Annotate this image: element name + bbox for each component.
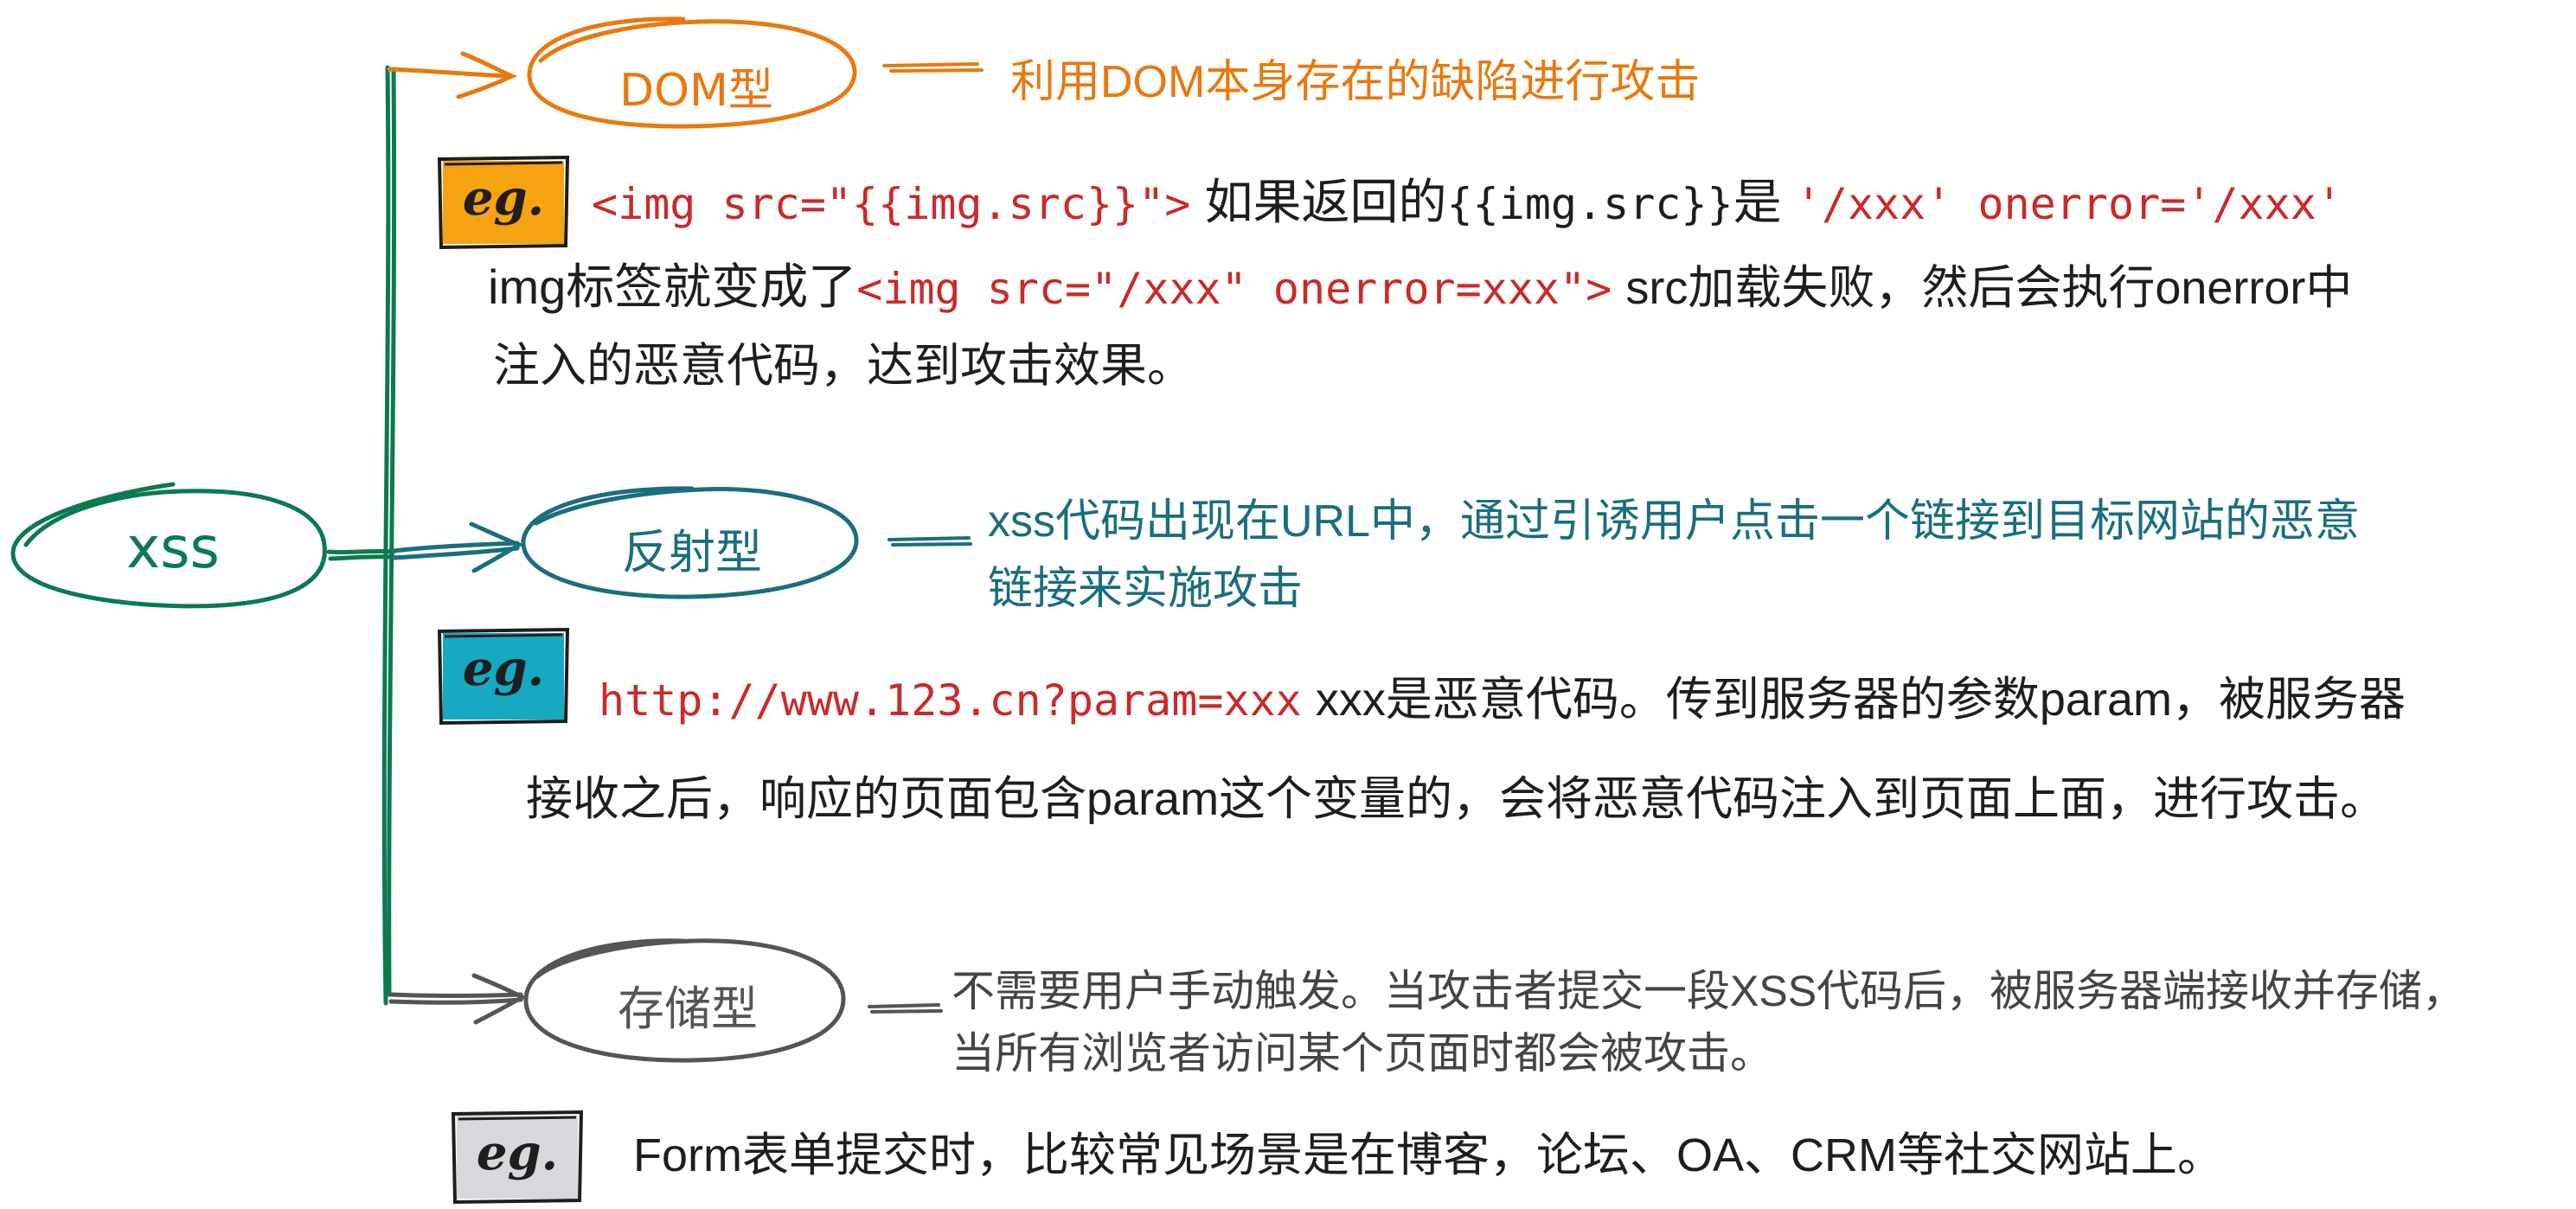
- reflected-arrow: [391, 521, 524, 573]
- dom-node-label: DOM型: [619, 65, 773, 117]
- reflected-description-line2: 链接来实施攻击: [988, 564, 1304, 614]
- root-node-label: xss: [126, 515, 220, 581]
- reflected-description-line1: xss代码出现在URL中，通过引诱用户点击一个链接到目标网站的恶意: [988, 496, 2361, 547]
- reflected-example-line2: 接收之后，响应的页面包含param这个变量的，会将恶意代码注入到页面上面，进行攻…: [526, 773, 2387, 825]
- reflected-desc-dash: [888, 536, 972, 547]
- dom-example-line1: <img src="{{img.src}}"> 如果返回的{{img.src}}…: [592, 161, 2342, 246]
- stored-description-line1: 不需要用户手动触发。当攻击者提交一段XSS代码后，被服务器端接收并存储，: [952, 967, 2466, 1015]
- dom-example-code-src: {{img.src}}: [1446, 179, 1733, 229]
- trunk-line: [381, 65, 397, 1006]
- root-connector: [326, 548, 396, 561]
- dom-arrow: [387, 51, 518, 99]
- dom-eg-badge: eg.: [462, 170, 545, 227]
- reflected-example-url: http://www.123.cn?param=xxx: [599, 675, 1302, 726]
- stored-example-line1: Form表单提交时，比较常见场景是在博客，论坛、OA、CRM等社交网站上。: [633, 1129, 2224, 1181]
- reflected-node-label: 反射型: [622, 525, 762, 579]
- dom-example-code-result: <img src="/xxx" onerror=xxx">: [856, 264, 1612, 314]
- dom-example-line2: img标签就变成了<img src="/xxx" onerror=xxx"> s…: [488, 246, 2352, 330]
- reflected-eg-badge: eg.: [462, 640, 545, 697]
- dom-example-text-is: 是: [1733, 175, 1782, 229]
- stored-arrow: [388, 973, 528, 1025]
- dom-example-text-becomes: img标签就变成了: [488, 259, 857, 314]
- dom-example-line3: 注入的恶意代码，达到攻击效果。: [493, 340, 1194, 392]
- stored-description-line2: 当所有浏览者访问某个页面时都会被攻击。: [952, 1029, 1773, 1078]
- dom-example-text-onerror: src加载失败，然后会执行onerror中: [1625, 262, 2353, 314]
- dom-description: 利用DOM本身存在的缺陷进行攻击: [1010, 57, 1701, 107]
- stored-eg-badge: eg.: [476, 1124, 559, 1181]
- dom-example-text-if-returns: 如果返回的: [1204, 175, 1447, 229]
- stored-desc-dash: [868, 1003, 943, 1014]
- reflected-example-text: xxx是恶意代码。传到服务器的参数param，被服务器: [1315, 674, 2406, 726]
- stored-node-label: 存储型: [618, 982, 758, 1036]
- dom-example-code-payload: '/xxx' onerror='/xxx': [1795, 179, 2342, 229]
- reflected-example-line1: http://www.123.cn?param=xxx xxx是恶意代码。传到服…: [599, 657, 2406, 742]
- dom-example-code-img: <img src="{{img.src}}">: [592, 179, 1191, 229]
- dom-desc-dash: [882, 62, 984, 73]
